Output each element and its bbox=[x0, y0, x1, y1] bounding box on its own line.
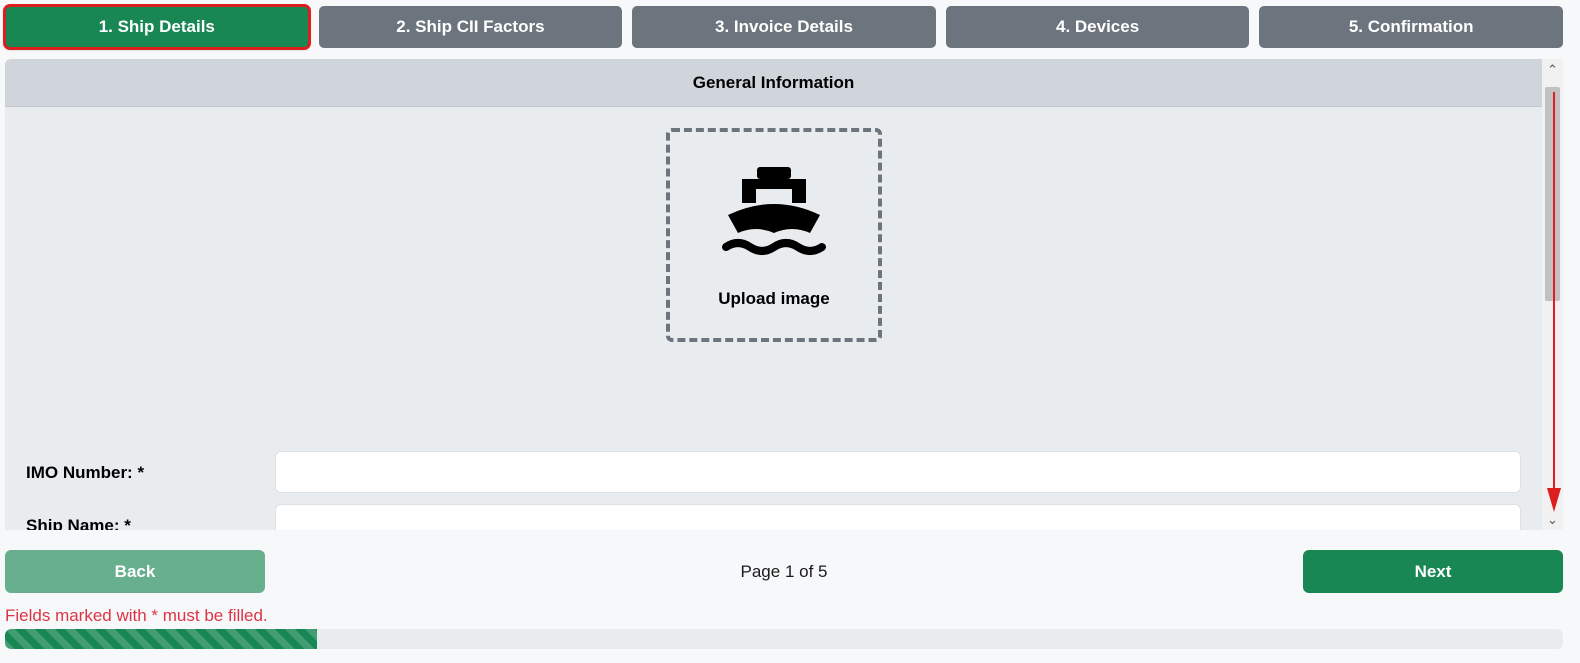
ship-icon bbox=[722, 167, 826, 255]
imo-number-label: IMO Number: * bbox=[26, 463, 145, 482]
tab-devices[interactable]: 4. Devices bbox=[945, 6, 1250, 48]
imo-number-row: IMO Number: * bbox=[5, 451, 1542, 493]
next-button[interactable]: Next bbox=[1303, 550, 1563, 593]
ship-name-input[interactable] bbox=[275, 504, 1521, 530]
progress-bar-fill bbox=[5, 629, 317, 649]
step-tabs: 1. Ship Details 2. Ship CII Factors 3. I… bbox=[3, 4, 1563, 50]
progress-bar bbox=[5, 629, 1563, 649]
tab-ship-details[interactable]: 1. Ship Details bbox=[3, 4, 311, 50]
red-scroll-arrow-icon bbox=[1547, 92, 1561, 512]
tab-ship-cii-factors[interactable]: 2. Ship CII Factors bbox=[318, 6, 623, 48]
required-fields-warning: Fields marked with * must be filled. bbox=[5, 606, 268, 625]
ship-name-label: Ship Name: * bbox=[26, 516, 131, 530]
upload-image-label: Upload image bbox=[718, 289, 830, 308]
imo-number-input[interactable] bbox=[275, 451, 1521, 493]
panel-title: General Information bbox=[5, 59, 1542, 107]
scroll-up-arrow-icon[interactable]: ⌃ bbox=[1542, 59, 1563, 80]
upload-image-dropzone[interactable]: Upload image bbox=[666, 128, 882, 342]
tab-confirmation[interactable]: 5. Confirmation bbox=[1259, 6, 1563, 48]
general-information-panel: General Information Upload image IMO Num… bbox=[5, 59, 1563, 530]
tab-invoice-details[interactable]: 3. Invoice Details bbox=[632, 6, 936, 48]
ship-name-row: Ship Name: * bbox=[5, 504, 1542, 530]
scroll-down-arrow-icon[interactable]: ⌄ bbox=[1542, 509, 1563, 530]
